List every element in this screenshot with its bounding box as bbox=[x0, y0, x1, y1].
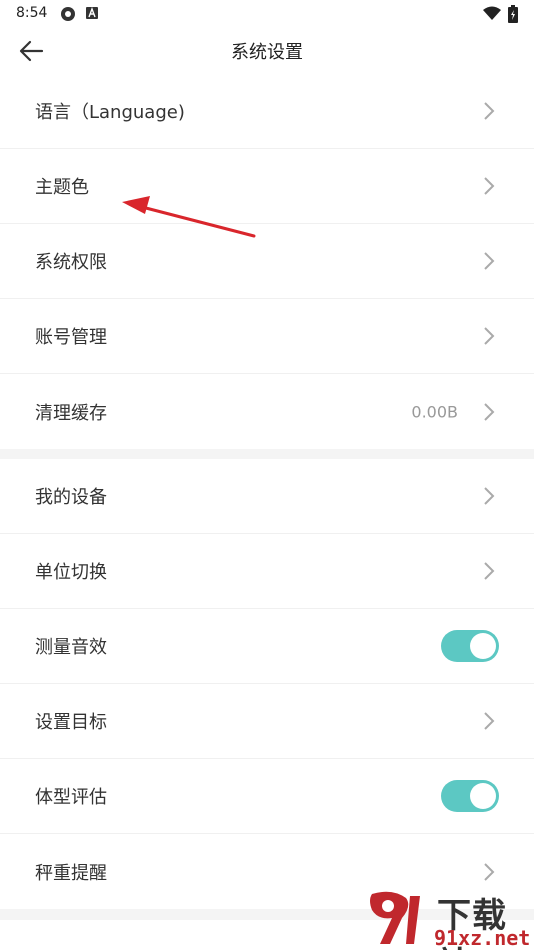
setting-label: 秤重提醒 bbox=[35, 862, 107, 884]
chevron-right-icon bbox=[484, 712, 495, 730]
chevron-right-icon bbox=[484, 327, 495, 345]
chevron-right-icon bbox=[484, 102, 495, 120]
setting-set-goal[interactable]: 设置目标 bbox=[0, 684, 534, 759]
wifi-icon bbox=[483, 6, 501, 20]
setting-my-devices[interactable]: 我的设备 bbox=[0, 459, 534, 534]
a-badge-icon bbox=[86, 7, 98, 19]
settings-group-general: 语言（Language) 主题色 系统权限 账号管理 清理缓存 0.00B bbox=[0, 74, 534, 449]
app-header: 系统设置 bbox=[0, 28, 534, 74]
setting-system-permissions[interactable]: 系统权限 bbox=[0, 224, 534, 299]
setting-theme-color[interactable]: 主题色 bbox=[0, 149, 534, 224]
setting-label: 我的设备 bbox=[35, 487, 107, 508]
chevron-right-icon bbox=[484, 487, 495, 505]
chevron-right-icon bbox=[484, 252, 495, 270]
setting-clear-cache[interactable]: 清理缓存 0.00B bbox=[0, 374, 534, 449]
chevron-right-icon bbox=[484, 177, 495, 195]
toggle-knob bbox=[470, 783, 496, 809]
watermark-logo-icon bbox=[370, 891, 420, 944]
setting-label: 体型评估 bbox=[35, 787, 107, 808]
setting-body-assessment: 体型评估 bbox=[0, 759, 534, 834]
cache-size-value: 0.00B bbox=[411, 402, 458, 421]
setting-measure-sound: 测量音效 bbox=[0, 609, 534, 684]
setting-label: 系统权限 bbox=[35, 252, 107, 273]
settings-group-device: 我的设备 单位切换 测量音效 设置目标 体型评估 秤重提醒 bbox=[0, 459, 534, 909]
setting-label: 单位切换 bbox=[35, 562, 107, 583]
battery-icon bbox=[508, 5, 518, 23]
measure-sound-toggle[interactable] bbox=[441, 630, 499, 662]
setting-language[interactable]: 语言（Language) bbox=[0, 74, 534, 149]
setting-label: 主题色 bbox=[35, 177, 89, 198]
setting-label: 清理缓存 bbox=[35, 402, 107, 424]
chevron-right-icon bbox=[484, 562, 495, 580]
chevron-right-icon bbox=[484, 862, 495, 881]
chevron-right-icon bbox=[484, 402, 495, 421]
setting-unit-switch[interactable]: 单位切换 bbox=[0, 534, 534, 609]
setting-label: 设置目标 bbox=[35, 712, 107, 733]
setting-label: 账号管理 bbox=[35, 327, 107, 348]
gear-icon bbox=[61, 7, 75, 21]
setting-label: 测量音效 bbox=[35, 637, 107, 658]
watermark: 下载站 91xz.net bbox=[362, 888, 534, 950]
body-assessment-toggle[interactable] bbox=[441, 780, 499, 812]
status-bar: 8:54 bbox=[0, 0, 534, 28]
toggle-knob bbox=[470, 633, 496, 659]
setting-account-management[interactable]: 账号管理 bbox=[0, 299, 534, 374]
setting-label: 语言（Language) bbox=[35, 102, 185, 123]
page-title: 系统设置 bbox=[231, 42, 303, 63]
watermark-site: 91xz.net bbox=[434, 926, 531, 950]
status-time: 8:54 bbox=[16, 5, 48, 21]
